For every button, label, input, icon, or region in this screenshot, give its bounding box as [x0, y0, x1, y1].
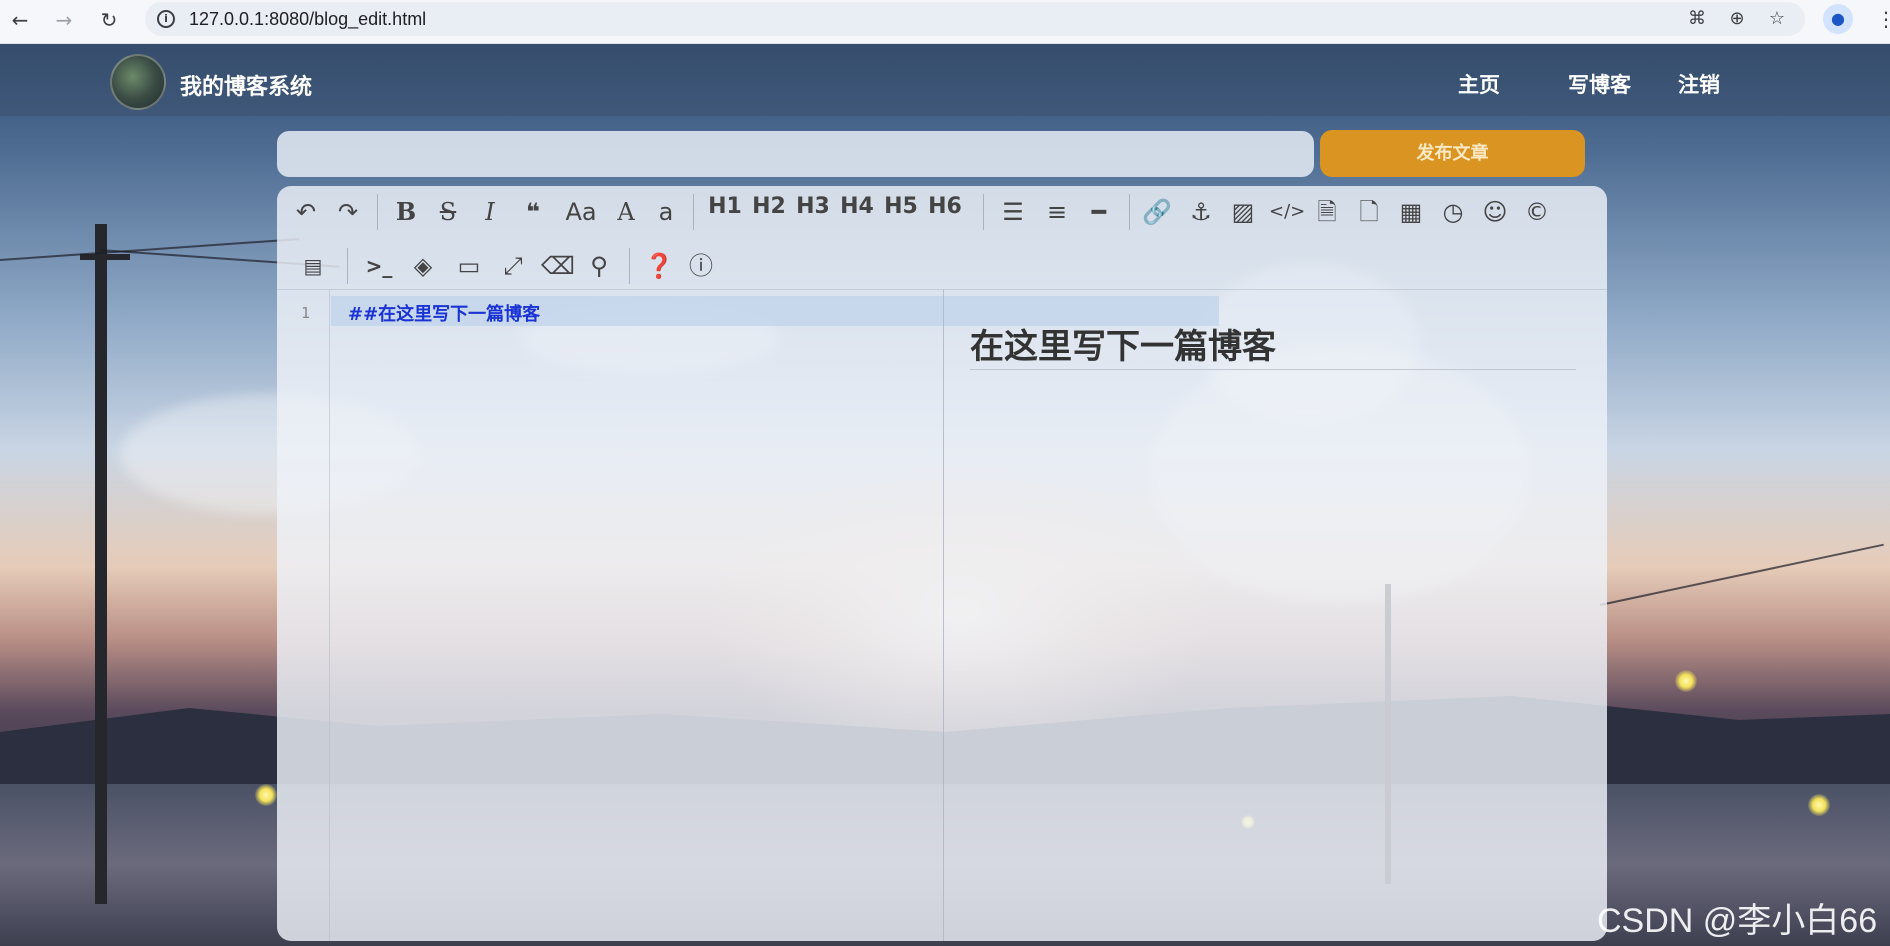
address-bar[interactable]: i 127.0.0.1:8080/blog_edit.html ⌘ ⊕ ☆ — [145, 2, 1805, 36]
translate-icon[interactable]: ⌘ — [1685, 7, 1709, 31]
reload-icon[interactable]: ↻ — [95, 6, 123, 34]
clear-icon[interactable]: ⌫ — [541, 248, 575, 284]
heading-h6-button[interactable]: H6 — [925, 194, 965, 230]
image-icon[interactable]: ▨ — [1227, 194, 1259, 230]
site-navbar: 我的博客系统 主页 写博客 注销 — [0, 44, 1890, 116]
browser-toolbar: ← → ↻ i 127.0.0.1:8080/blog_edit.html ⌘ … — [0, 0, 1890, 44]
heading-h3-button[interactable]: H3 — [793, 194, 833, 230]
bold-icon[interactable]: B — [391, 194, 421, 230]
fullscreen-icon[interactable]: ⤢ — [497, 248, 529, 284]
editor-toolbar: ↶ ↷ B S I ❝ Aa A a H1 H2 H3 H4 H5 H6 ☰ ≡… — [277, 186, 1607, 290]
unwatch-icon[interactable]: ◈ — [407, 248, 439, 284]
unordered-list-icon[interactable]: ☰ — [997, 194, 1029, 230]
strikethrough-icon[interactable]: S — [433, 194, 463, 230]
heading-h2-button[interactable]: H2 — [749, 194, 789, 230]
nav-link-home[interactable]: 主页 — [1458, 69, 1500, 99]
back-icon[interactable]: ← — [6, 6, 34, 34]
blog-title-input[interactable] — [277, 131, 1314, 177]
info-icon[interactable]: ⓘ — [685, 248, 717, 284]
quote-icon[interactable]: ❝ — [517, 194, 549, 230]
ordered-list-icon[interactable]: ≡ — [1041, 194, 1073, 230]
anchor-icon[interactable]: ⚓ — [1185, 194, 1217, 230]
emoji-icon[interactable]: ☺ — [1479, 194, 1511, 230]
zoom-icon[interactable]: ⊕ — [1725, 7, 1749, 31]
publish-button[interactable]: 发布文章 — [1320, 130, 1585, 177]
preview-heading-rule — [970, 369, 1576, 370]
line-number: 1 — [301, 304, 311, 322]
lowercase-icon[interactable]: a — [651, 194, 681, 230]
line-number-gutter: 1 — [277, 290, 330, 941]
pane-divider — [943, 290, 944, 941]
fullscreen-preview-icon[interactable]: ▭ — [453, 248, 485, 284]
heading-h4-button[interactable]: H4 — [837, 194, 877, 230]
watch-icon[interactable]: ▤ — [297, 248, 329, 284]
profile-avatar-icon[interactable]: ● — [1823, 4, 1853, 34]
undo-icon[interactable]: ↶ — [291, 194, 321, 230]
preview-heading: 在这里写下一篇博客 — [970, 327, 1276, 367]
uppercase-first-icon[interactable]: Aa — [561, 194, 601, 230]
site-info-icon[interactable]: i — [157, 10, 175, 28]
uppercase-icon[interactable]: A — [611, 194, 641, 230]
terminal-icon[interactable]: >_ — [363, 248, 395, 284]
more-menu-icon[interactable]: ⋮ — [1876, 4, 1890, 34]
link-icon[interactable]: 🔗 — [1141, 194, 1173, 230]
bookmark-star-icon[interactable]: ☆ — [1765, 7, 1789, 31]
code-icon[interactable]: </> — [1269, 194, 1305, 230]
preformatted-code-icon[interactable]: 🗎 — [1311, 194, 1343, 230]
forward-icon[interactable]: → — [50, 6, 78, 34]
html-entities-icon[interactable]: © — [1521, 194, 1553, 230]
markdown-source-line[interactable]: ##在这里写下一篇博客 — [348, 300, 540, 326]
search-icon[interactable]: ⚲ — [583, 248, 615, 284]
site-title: 我的博客系统 — [180, 75, 313, 100]
help-icon[interactable]: ❓ — [643, 248, 675, 284]
url-text[interactable]: 127.0.0.1:8080/blog_edit.html — [189, 9, 426, 30]
code-block-icon[interactable]: 🗋 — [1353, 194, 1385, 230]
markdown-editor: ↶ ↷ B S I ❝ Aa A a H1 H2 H3 H4 H5 H6 ☰ ≡… — [277, 186, 1607, 941]
nav-link-logout[interactable]: 注销 — [1678, 69, 1720, 99]
heading-h5-button[interactable]: H5 — [881, 194, 921, 230]
csdn-watermark: CSDN @李小白66 — [1597, 902, 1878, 940]
redo-icon[interactable]: ↷ — [333, 194, 363, 230]
table-icon[interactable]: ▦ — [1395, 194, 1427, 230]
site-logo — [110, 54, 166, 110]
horizontal-rule-icon[interactable]: ━ — [1083, 194, 1115, 230]
italic-icon[interactable]: I — [475, 194, 505, 230]
nav-link-write-blog[interactable]: 写博客 — [1568, 69, 1631, 99]
heading-h1-button[interactable]: H1 — [705, 194, 745, 230]
datetime-icon[interactable]: ◷ — [1437, 194, 1469, 230]
